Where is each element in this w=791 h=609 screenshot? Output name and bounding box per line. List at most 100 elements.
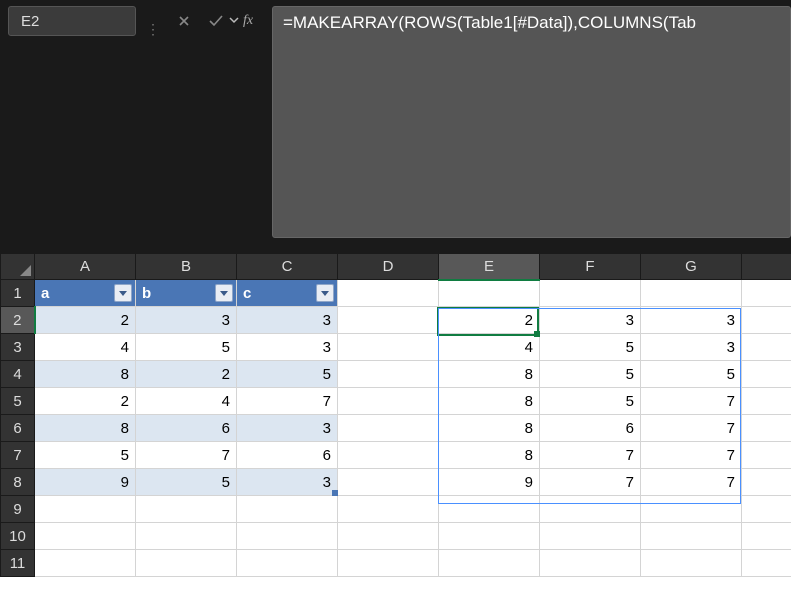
- cell[interactable]: b: [136, 280, 237, 307]
- row-header-1[interactable]: 1: [1, 280, 35, 307]
- cell[interactable]: 5: [540, 388, 641, 415]
- cell[interactable]: [237, 496, 338, 523]
- cell[interactable]: [338, 415, 439, 442]
- cell[interactable]: 7: [641, 469, 742, 496]
- cell[interactable]: 6: [136, 415, 237, 442]
- cell[interactable]: [338, 442, 439, 469]
- cell[interactable]: [641, 496, 742, 523]
- cell[interactable]: 4: [136, 388, 237, 415]
- cell[interactable]: 9: [35, 469, 136, 496]
- cell[interactable]: [338, 307, 439, 334]
- cell[interactable]: 5: [136, 469, 237, 496]
- row-header-8[interactable]: 8: [1, 469, 35, 496]
- cell[interactable]: [742, 442, 791, 469]
- cell[interactable]: 7: [641, 442, 742, 469]
- cell[interactable]: [338, 523, 439, 550]
- cell[interactable]: 3: [237, 469, 338, 496]
- cell[interactable]: [742, 550, 791, 577]
- cell[interactable]: 5: [237, 361, 338, 388]
- row-header-9[interactable]: 9: [1, 496, 35, 523]
- cell[interactable]: 7: [237, 388, 338, 415]
- cell[interactable]: [35, 523, 136, 550]
- cell[interactable]: [439, 550, 540, 577]
- cell[interactable]: c: [237, 280, 338, 307]
- cell[interactable]: [338, 388, 439, 415]
- cell[interactable]: [742, 415, 791, 442]
- cell[interactable]: [338, 280, 439, 307]
- cell[interactable]: [742, 361, 791, 388]
- cell[interactable]: 5: [641, 361, 742, 388]
- cell[interactable]: 2: [35, 307, 136, 334]
- cell[interactable]: [338, 550, 439, 577]
- cell[interactable]: 8: [439, 415, 540, 442]
- cell[interactable]: [742, 388, 791, 415]
- cell[interactable]: 7: [540, 469, 641, 496]
- row-header-11[interactable]: 11: [1, 550, 35, 577]
- row-header-2[interactable]: 2: [1, 307, 35, 334]
- cell[interactable]: 3: [237, 307, 338, 334]
- cell[interactable]: 3: [237, 415, 338, 442]
- cell[interactable]: 4: [439, 334, 540, 361]
- cell[interactable]: 7: [540, 442, 641, 469]
- column-header-blank[interactable]: [742, 254, 791, 280]
- cell[interactable]: [338, 496, 439, 523]
- cell[interactable]: [641, 550, 742, 577]
- cell[interactable]: 3: [136, 307, 237, 334]
- cell[interactable]: [338, 361, 439, 388]
- insert-function-button[interactable]: fx: [234, 6, 262, 36]
- cell[interactable]: 6: [540, 415, 641, 442]
- cell[interactable]: 9: [439, 469, 540, 496]
- cancel-button[interactable]: [170, 6, 198, 36]
- column-header-D[interactable]: D: [338, 254, 439, 280]
- cell[interactable]: [540, 496, 641, 523]
- cell[interactable]: [439, 523, 540, 550]
- cell[interactable]: 5: [35, 442, 136, 469]
- cell[interactable]: [338, 469, 439, 496]
- cell[interactable]: [641, 523, 742, 550]
- cell[interactable]: 7: [136, 442, 237, 469]
- cell[interactable]: [439, 280, 540, 307]
- cell[interactable]: [540, 523, 641, 550]
- cell[interactable]: [35, 550, 136, 577]
- cell[interactable]: [742, 307, 791, 334]
- enter-button[interactable]: [202, 6, 230, 36]
- cell[interactable]: [237, 523, 338, 550]
- cell[interactable]: [742, 280, 791, 307]
- cell[interactable]: [742, 469, 791, 496]
- column-header-B[interactable]: B: [136, 254, 237, 280]
- row-header-5[interactable]: 5: [1, 388, 35, 415]
- cell[interactable]: [540, 280, 641, 307]
- cell[interactable]: 5: [540, 334, 641, 361]
- cell[interactable]: [136, 550, 237, 577]
- column-header-E[interactable]: E: [439, 254, 540, 280]
- cell[interactable]: [742, 523, 791, 550]
- cell[interactable]: 3: [641, 307, 742, 334]
- cell[interactable]: a: [35, 280, 136, 307]
- formula-input[interactable]: =MAKEARRAY(ROWS(Table1[#Data]),COLUMNS(T…: [272, 6, 791, 238]
- cell[interactable]: 8: [35, 361, 136, 388]
- cell[interactable]: 5: [540, 361, 641, 388]
- cell[interactable]: 3: [540, 307, 641, 334]
- row-header-6[interactable]: 6: [1, 415, 35, 442]
- cell[interactable]: [742, 496, 791, 523]
- name-box[interactable]: [8, 6, 136, 36]
- cell[interactable]: [237, 550, 338, 577]
- cell[interactable]: 7: [641, 415, 742, 442]
- row-header-7[interactable]: 7: [1, 442, 35, 469]
- column-header-A[interactable]: A: [35, 254, 136, 280]
- cell[interactable]: [742, 334, 791, 361]
- cell[interactable]: 3: [237, 334, 338, 361]
- cell[interactable]: 2: [35, 388, 136, 415]
- cell[interactable]: 6: [237, 442, 338, 469]
- cell[interactable]: [641, 280, 742, 307]
- column-header-G[interactable]: G: [641, 254, 742, 280]
- cell[interactable]: [439, 496, 540, 523]
- cell[interactable]: 8: [35, 415, 136, 442]
- cell[interactable]: 3: [641, 334, 742, 361]
- filter-button[interactable]: [215, 284, 233, 302]
- cell[interactable]: 8: [439, 388, 540, 415]
- row-header-10[interactable]: 10: [1, 523, 35, 550]
- column-header-F[interactable]: F: [540, 254, 641, 280]
- cell[interactable]: 4: [35, 334, 136, 361]
- cell[interactable]: 2: [439, 307, 540, 334]
